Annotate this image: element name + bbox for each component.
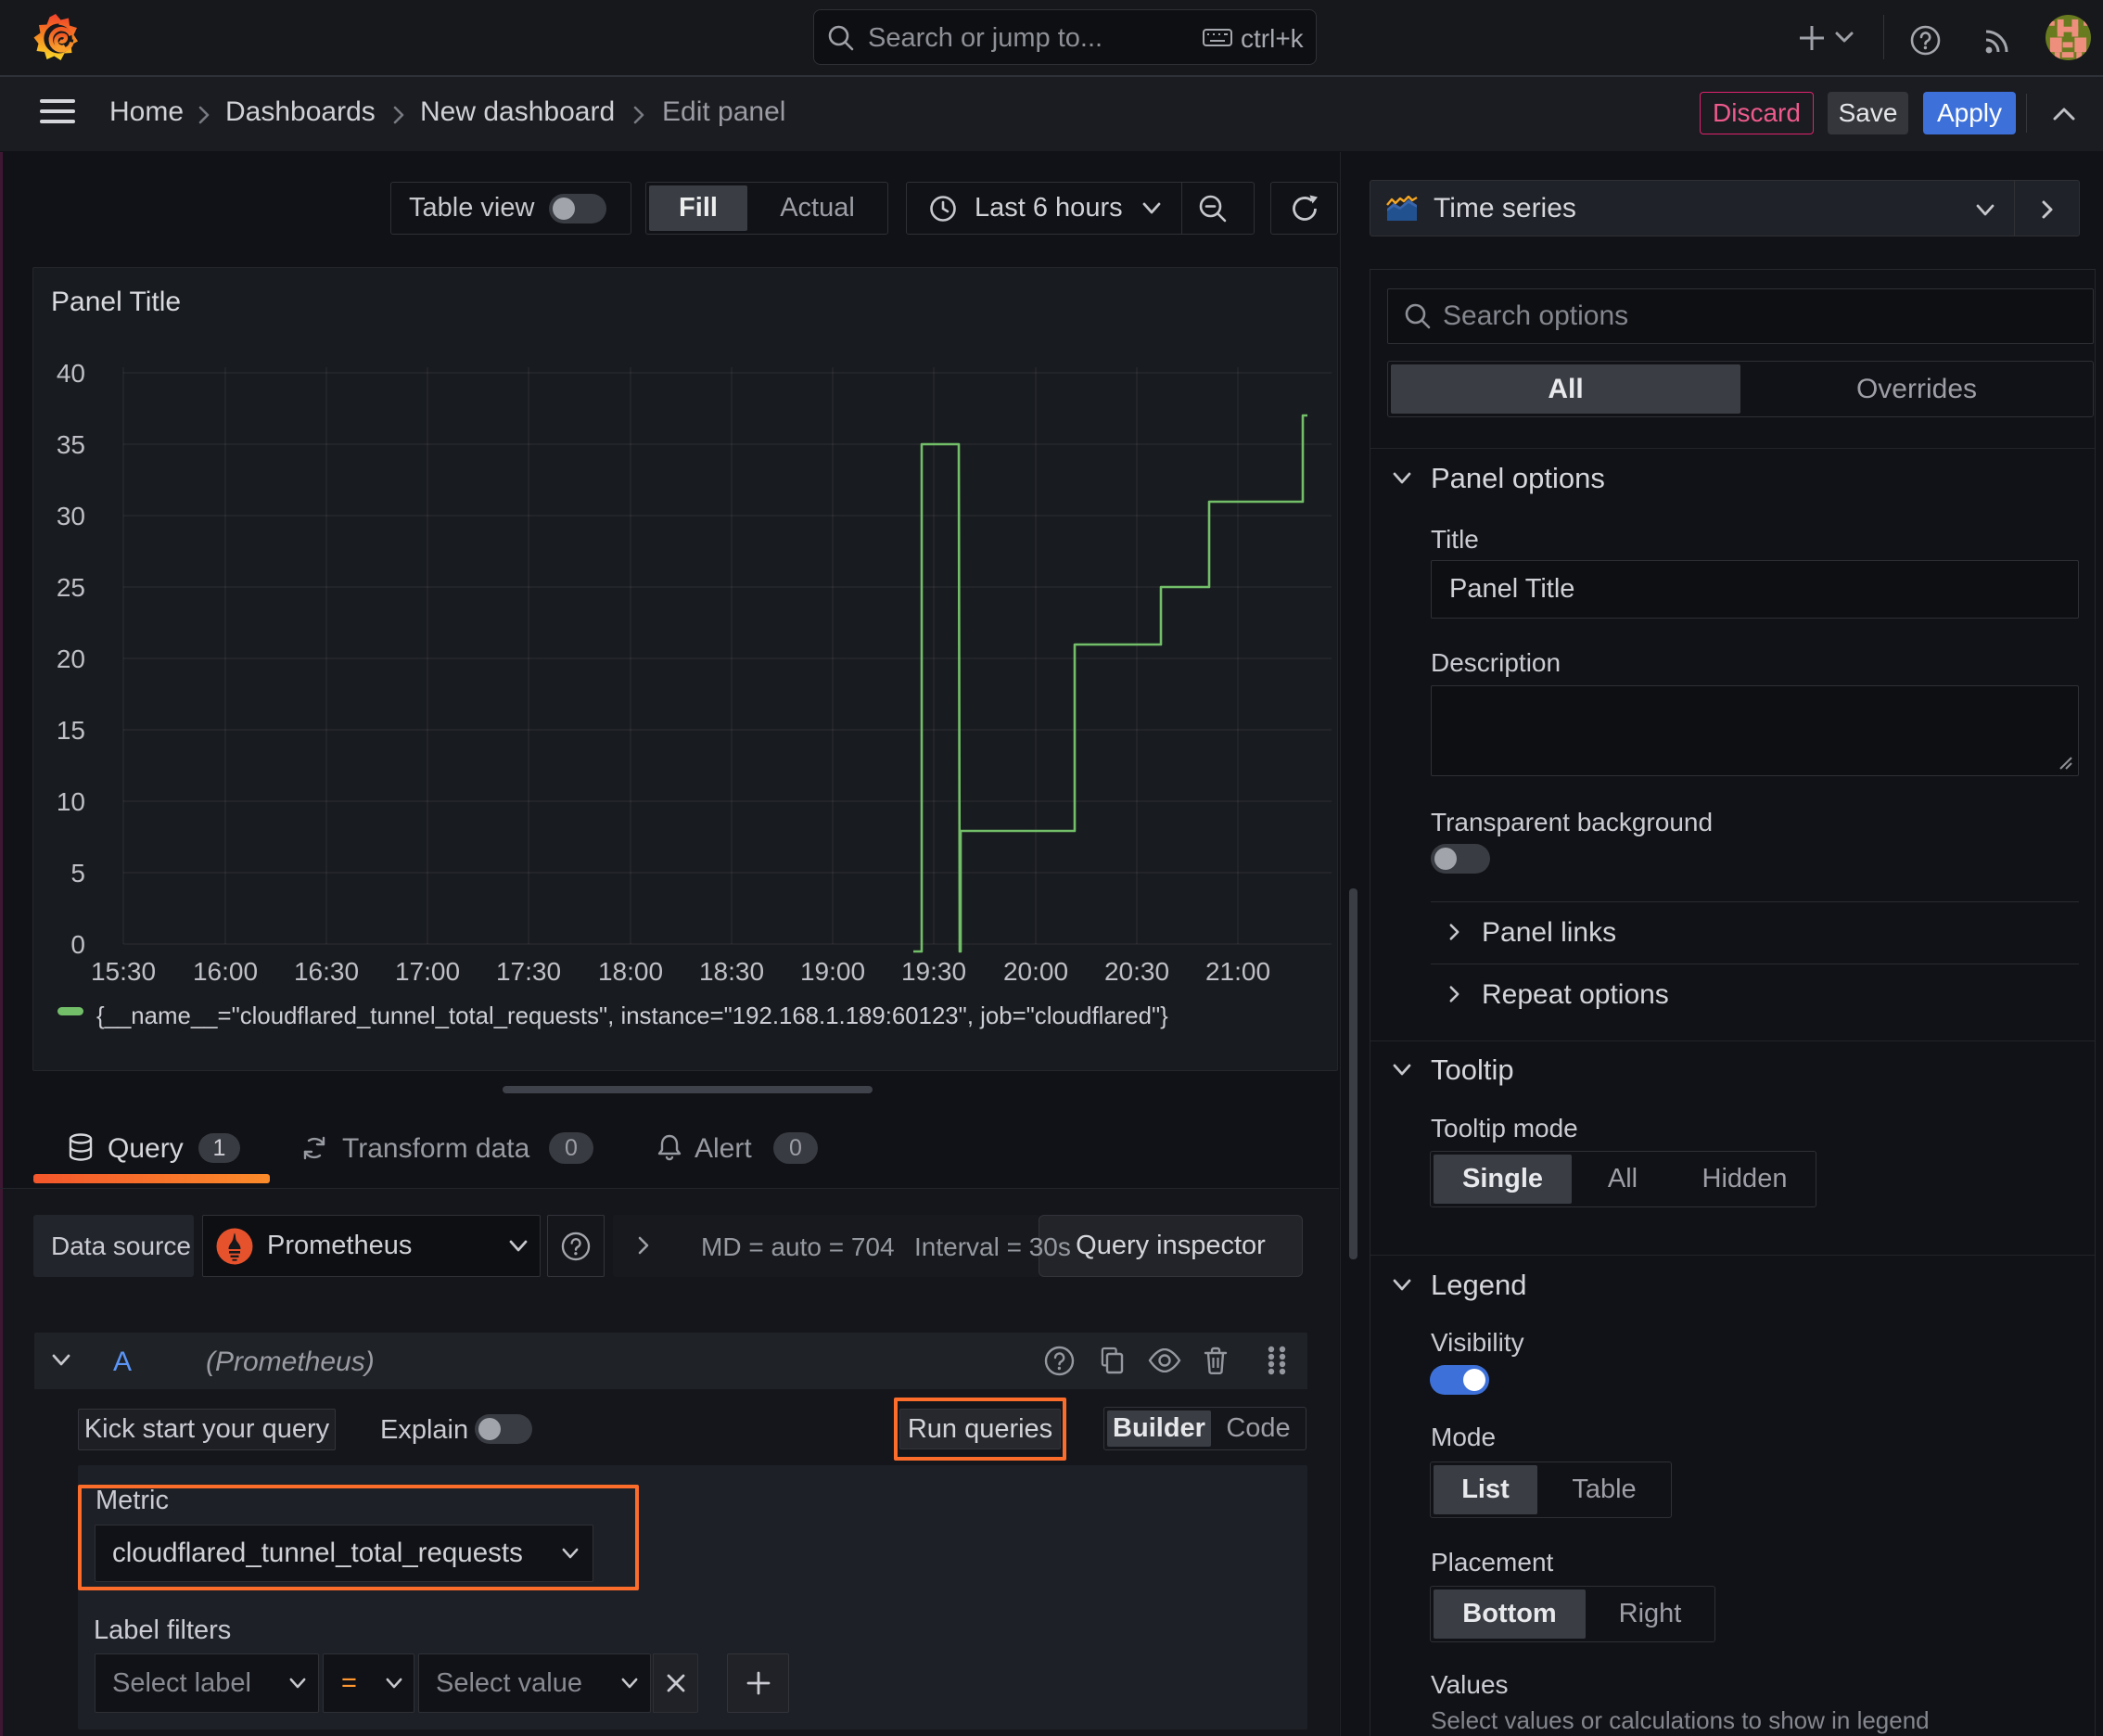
- svg-text:20:00: 20:00: [1003, 957, 1068, 986]
- svg-text:30: 30: [57, 502, 85, 530]
- svg-text:15: 15: [57, 716, 85, 745]
- svg-text:10: 10: [57, 787, 85, 816]
- svg-text:15:30: 15:30: [91, 957, 156, 986]
- svg-text:0: 0: [70, 930, 85, 959]
- svg-text:19:30: 19:30: [901, 957, 966, 986]
- svg-text:40: 40: [57, 359, 85, 388]
- svg-text:16:00: 16:00: [193, 957, 258, 986]
- svg-text:20: 20: [57, 645, 85, 673]
- svg-text:{__name__="cloudflared_tunnel_: {__name__="cloudflared_tunnel_total_requ…: [96, 1003, 1168, 1029]
- svg-text:19:00: 19:00: [800, 957, 865, 986]
- svg-text:18:30: 18:30: [699, 957, 764, 986]
- svg-text:17:00: 17:00: [395, 957, 460, 986]
- svg-text:25: 25: [57, 573, 85, 602]
- svg-text:18:00: 18:00: [598, 957, 663, 986]
- svg-text:35: 35: [57, 430, 85, 459]
- svg-text:20:30: 20:30: [1104, 957, 1169, 986]
- svg-text:16:30: 16:30: [294, 957, 359, 986]
- svg-text:17:30: 17:30: [496, 957, 561, 986]
- svg-text:5: 5: [70, 859, 85, 887]
- svg-text:21:00: 21:00: [1205, 957, 1270, 986]
